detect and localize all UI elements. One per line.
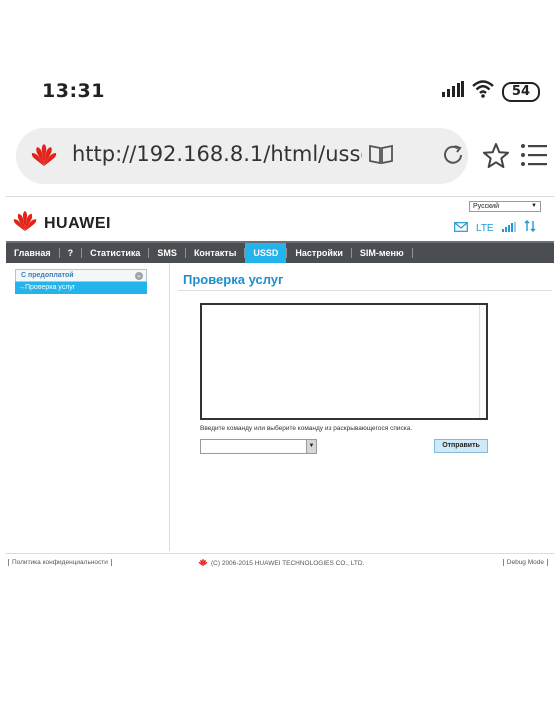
language-value: Русский (473, 203, 499, 210)
arrow-right-icon: → (18, 284, 25, 291)
battery-indicator: 54 (501, 81, 540, 102)
sidebar-group-prepaid[interactable]: С предоплатой ⌄ (15, 269, 147, 282)
language-select[interactable]: Русский ▼ (469, 201, 541, 212)
nav-item-contacts[interactable]: Контакты (186, 243, 244, 263)
chevron-down-icon: ▼ (531, 203, 537, 209)
dropdown-arrow-icon[interactable]: ▼ (306, 440, 316, 453)
reader-mode-icon[interactable] (368, 142, 394, 171)
privacy-policy-link[interactable]: Политика конфиденциальности (8, 559, 112, 566)
sidebar: С предоплатой ⌄ →Проверка услуг (6, 263, 170, 551)
data-transfer-icon (524, 219, 536, 237)
sidebar-item-label: Проверка услуг (25, 284, 76, 291)
nav-divider (411, 248, 413, 258)
copyright: (C) 2006-2015 HUAWEI TECHNOLOGIES CO., L… (198, 558, 364, 569)
web-page: Русский ▼ HUAWEI LTE Главная ? Статистик… (6, 196, 554, 571)
status-icons: 54 (441, 80, 540, 103)
title-divider (178, 290, 552, 291)
copyright-text: (C) 2006-2015 HUAWEI TECHNOLOGIES CO., L… (211, 560, 365, 567)
signal-icon (441, 81, 464, 102)
status-bar: 13:31 54 (0, 0, 560, 120)
debug-mode-link[interactable]: Debug Mode (502, 559, 548, 566)
huawei-small-logo-icon (198, 558, 208, 569)
network-type: LTE (476, 222, 494, 234)
page-title: Проверка услуг (183, 272, 284, 287)
brand-name: HUAWEI (44, 214, 111, 232)
response-scrollbar[interactable] (479, 305, 486, 418)
ussd-command-combobox[interactable]: ▼ (200, 439, 317, 454)
nav-item-sim-menu[interactable]: SIM-меню (352, 243, 412, 263)
main-nav: Главная ? Статистика SMS Контакты USSD Н… (6, 241, 554, 263)
send-button[interactable]: Отправить (434, 439, 488, 453)
status-time: 13:31 (42, 80, 105, 102)
sidebar-group-label: С предоплатой (21, 272, 74, 279)
nav-item-help[interactable]: ? (60, 243, 82, 263)
huawei-logo-icon (10, 209, 40, 238)
nav-item-ussd[interactable]: USSD (245, 243, 287, 263)
menu-icon[interactable] (520, 142, 548, 173)
nav-item-home[interactable]: Главная (6, 243, 59, 263)
mail-icon[interactable] (454, 219, 468, 237)
wifi-icon (472, 80, 494, 103)
reload-icon[interactable] (440, 142, 466, 173)
nav-item-sms[interactable]: SMS (149, 243, 185, 263)
footer: Политика конфиденциальности (C) 2006-201… (6, 553, 554, 571)
address-bar[interactable]: http://192.168.8.1/html/ussd.h (16, 128, 468, 184)
collapse-icon[interactable]: ⌄ (135, 272, 143, 280)
sidebar-item-service-check[interactable]: →Проверка услуг (15, 282, 147, 294)
brand-logo: HUAWEI (10, 209, 111, 238)
site-logo-icon (30, 142, 58, 173)
nav-item-statistics[interactable]: Статистика (82, 243, 148, 263)
device-status-icons: LTE (454, 219, 536, 237)
bookmark-star-icon[interactable] (482, 142, 510, 175)
command-hint: Введите команду или выберите команду из … (200, 425, 413, 432)
nav-item-settings[interactable]: Настройки (287, 243, 350, 263)
url-text[interactable]: http://192.168.8.1/html/ussd.h (72, 142, 362, 166)
signal-strength-icon (501, 219, 516, 237)
ussd-response-area[interactable] (200, 303, 488, 420)
